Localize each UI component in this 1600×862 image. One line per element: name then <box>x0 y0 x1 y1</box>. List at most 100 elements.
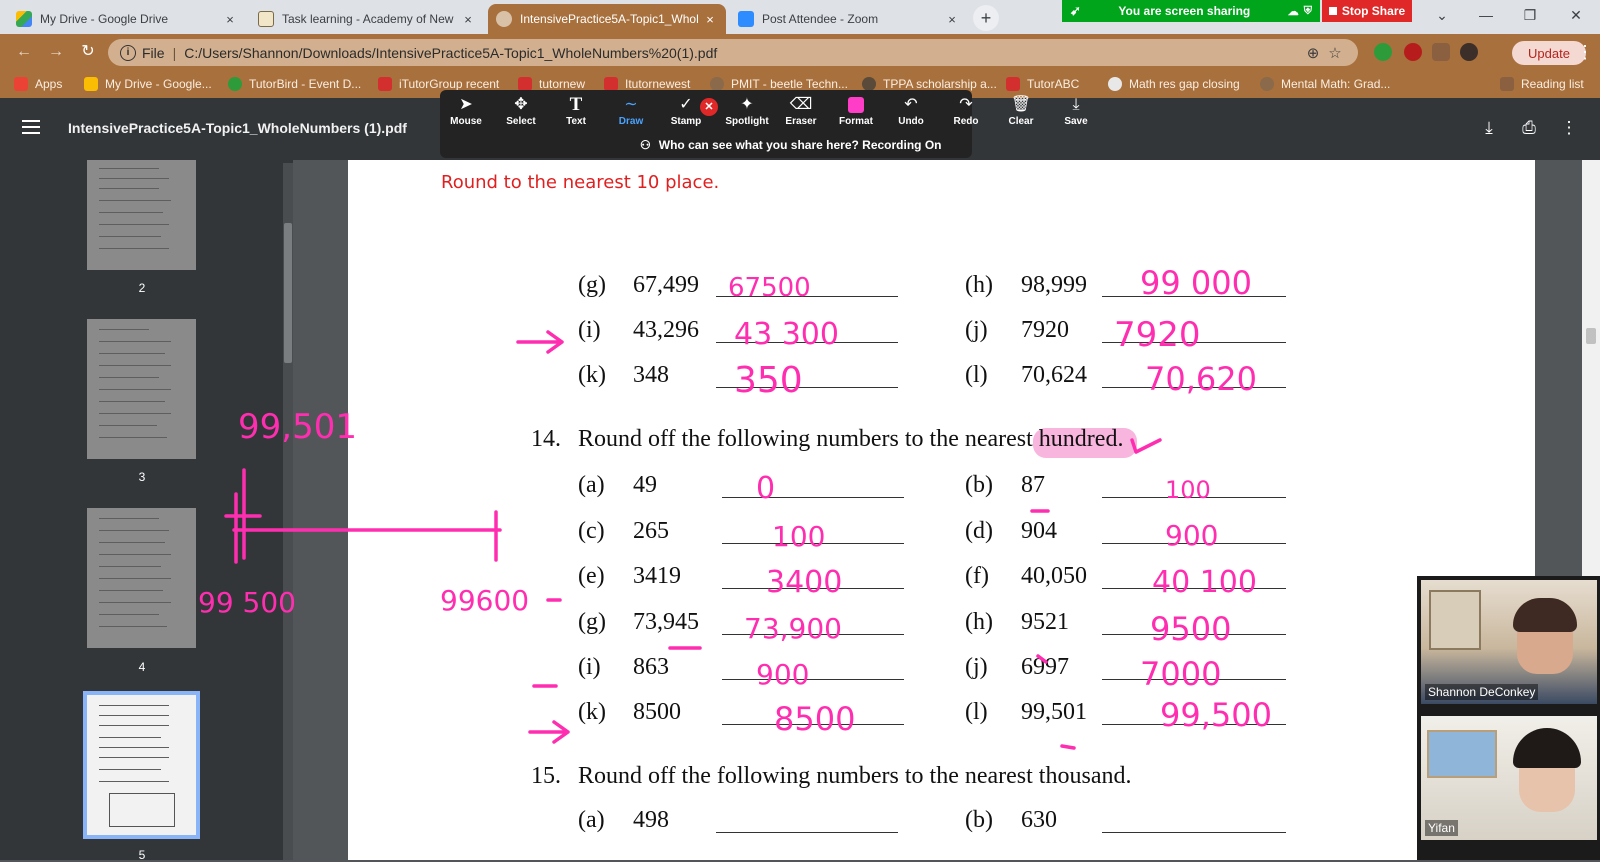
google-drive-icon <box>84 77 98 91</box>
tab-pdf-active[interactable]: IntensivePractice5A-Topic1_Whol × <box>488 4 726 34</box>
google-drive-icon <box>16 11 32 27</box>
item-label: (f) <box>965 563 989 589</box>
stop-share-button[interactable]: Stop Share <box>1322 0 1412 22</box>
ublock-icon[interactable] <box>1404 43 1422 61</box>
bookmark-tutorbird[interactable]: TutorBird - Event D... <box>228 75 364 93</box>
close-tab-icon[interactable]: × <box>702 12 718 27</box>
answer-line <box>1102 543 1286 544</box>
page-thumbnail-current[interactable] <box>83 691 200 839</box>
tutorabc-icon <box>1006 77 1020 91</box>
forward-icon[interactable]: → <box>44 40 68 64</box>
tool-label: Eraser <box>785 116 817 127</box>
page-thumbnail[interactable] <box>87 319 196 459</box>
item-label: (h) <box>965 609 993 635</box>
bookmark-my-drive[interactable]: My Drive - Google... <box>84 75 214 93</box>
close-tab-icon[interactable]: × <box>460 12 476 27</box>
item-value: 40,050 <box>1021 563 1087 589</box>
bookmark-reading-list[interactable]: Reading list <box>1500 75 1596 93</box>
answer-line <box>722 724 904 725</box>
bookmark-label: Itutornewest <box>625 77 691 91</box>
mouse-pointer-icon: ➤ <box>459 96 473 113</box>
format-color-swatch-icon <box>848 97 864 113</box>
answer-line <box>1102 832 1286 833</box>
video-tile-yifan[interactable]: Yifan <box>1421 716 1597 840</box>
globe-icon <box>710 77 724 91</box>
bookmark-star-icon[interactable]: ☆ <box>1324 44 1346 62</box>
address-bar[interactable]: i File | C:/Users/Shannon/Downloads/Inte… <box>108 39 1358 66</box>
tool-mouse[interactable]: ➤ Mouse <box>440 94 492 134</box>
new-tab-button[interactable]: + <box>973 5 999 31</box>
tool-label: Spotlight <box>725 116 769 127</box>
browser-menu-icon[interactable]: ⋮ <box>1576 41 1594 65</box>
bookmark-apps[interactable]: Apps <box>14 75 74 93</box>
zoom-magnifier-icon[interactable]: ⊕ <box>1302 44 1324 62</box>
item-label: (k) <box>578 362 606 388</box>
question-text: Round off the following numbers to the n… <box>578 763 1132 789</box>
profile-avatar[interactable] <box>1460 43 1478 61</box>
tab-task-learning[interactable]: Task learning - Academy of New × <box>250 4 484 34</box>
page-thumbnail[interactable] <box>87 508 196 648</box>
screen-sharing-indicator[interactable]: ➹ You are screen sharing ☁ ⛨ <box>1062 0 1320 22</box>
tool-format[interactable]: Format <box>830 94 882 134</box>
tool-text[interactable]: T Text <box>550 94 602 134</box>
bookmark-tutorabc[interactable]: TutorABC <box>1006 75 1094 93</box>
download-icon[interactable]: ⤓ <box>1477 116 1501 140</box>
tab-google-drive[interactable]: My Drive - Google Drive × <box>8 4 246 34</box>
item-value: 498 <box>633 807 669 833</box>
sidebar-scroll-thumb[interactable] <box>284 223 292 363</box>
page-scroll-thumb[interactable] <box>1586 328 1596 344</box>
tool-draw[interactable]: ∼ Draw <box>605 94 657 134</box>
url-separator: | <box>172 44 177 61</box>
info-icon[interactable]: i <box>120 44 136 61</box>
bookmark-label: Mental Math: Grad... <box>1281 77 1391 91</box>
person-hair <box>1513 728 1581 768</box>
tool-spotlight[interactable]: ✦ Spotlight <box>715 94 779 134</box>
close-annotation-icon[interactable]: ✕ <box>700 98 718 116</box>
close-tab-icon[interactable]: × <box>222 12 238 27</box>
tab-title: My Drive - Google Drive <box>40 12 169 26</box>
tool-select[interactable]: ✥ Select <box>495 94 547 134</box>
tool-redo[interactable]: ↷ Redo <box>940 94 992 134</box>
tab-search-icon[interactable]: ⌄ <box>1422 0 1462 32</box>
update-button[interactable]: Update <box>1512 41 1586 65</box>
sharing-label: You are screen sharing <box>1118 4 1251 18</box>
close-window-icon[interactable]: ✕ <box>1556 0 1596 32</box>
item-value: 6997 <box>1021 654 1069 680</box>
minimize-icon[interactable]: — <box>1466 0 1506 32</box>
video-tile-shannon[interactable]: Shannon DeConkey <box>1421 580 1597 704</box>
tool-label: Undo <box>898 116 924 127</box>
tab-zoom-attendee[interactable]: Post Attendee - Zoom × <box>730 4 968 34</box>
tool-clear[interactable]: 🗑 Clear <box>995 94 1047 134</box>
bookmark-math-res[interactable]: Math res gap closing <box>1108 75 1248 93</box>
item-label: (j) <box>965 317 988 343</box>
puzzle-extensions-icon[interactable] <box>1432 43 1450 61</box>
cloud-icon: ☁ <box>1287 5 1299 18</box>
recording-notice[interactable]: ⚇ Who can see what you share here? Recor… <box>632 134 966 156</box>
print-icon[interactable]: ⎙ <box>1517 116 1541 140</box>
tutorbird-icon <box>228 77 242 91</box>
url-text[interactable]: C:/Users/Shannon/Downloads/IntensivePrac… <box>184 45 1302 61</box>
reload-icon[interactable]: ↻ <box>76 40 100 64</box>
answer-line <box>1102 497 1286 498</box>
back-icon[interactable]: ← <box>12 40 36 64</box>
item-value: 904 <box>1021 518 1057 544</box>
hamburger-menu-icon[interactable] <box>22 120 40 134</box>
text-t-icon: T <box>569 94 583 115</box>
academy-favicon-icon <box>258 11 274 27</box>
tool-label: Format <box>839 116 873 127</box>
answer-line <box>716 296 898 297</box>
tool-eraser[interactable]: ⌫ Eraser <box>775 94 827 134</box>
more-actions-icon[interactable]: ⋮ <box>1557 116 1581 140</box>
globe-icon <box>496 11 512 27</box>
participant-name: Yifan <box>1425 820 1458 836</box>
item-label: (g) <box>578 272 606 298</box>
pdf-page: Round to the nearest 10 place. (g) 67,49… <box>348 160 1535 860</box>
close-tab-icon[interactable]: × <box>944 12 960 27</box>
tool-save[interactable]: ⤓ Save <box>1050 94 1102 134</box>
bookmark-mental-math[interactable]: Mental Math: Grad... <box>1260 75 1400 93</box>
restore-icon[interactable]: ❐ <box>1510 0 1550 32</box>
tool-undo[interactable]: ↶ Undo <box>885 94 937 134</box>
tool-label: Clear <box>1008 116 1034 127</box>
page-thumbnail[interactable] <box>87 160 196 270</box>
extension-green-icon[interactable] <box>1374 43 1392 61</box>
